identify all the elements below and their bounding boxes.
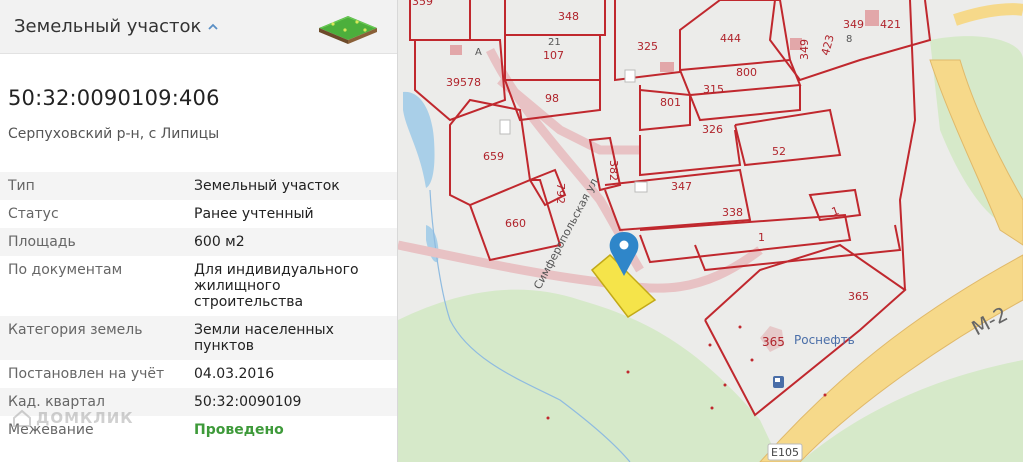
property-table: Тип Земельный участок Статус Ранее учтен… [0,172,397,444]
svg-text:792: 792 [554,183,567,204]
svg-text:98: 98 [545,92,559,105]
chevron-up-icon[interactable] [207,21,219,33]
row-value: Проведено [194,422,284,438]
svg-text:107: 107 [543,49,564,62]
address: Серпуховский р-н, с Липицы [8,126,220,142]
svg-text:21: 21 [548,37,561,48]
info-panel: Земельный участок 50:32:0090109:406 Серп… [0,0,398,462]
svg-text:382: 382 [607,160,620,181]
svg-text:39578: 39578 [446,76,481,89]
row-type: Тип Земельный участок [0,172,397,200]
svg-text:348: 348 [558,10,579,23]
svg-text:660: 660 [505,217,526,230]
svg-text:A: A [475,47,482,58]
svg-text:365: 365 [762,335,785,349]
svg-text:359: 359 [412,0,433,8]
svg-text:8: 8 [846,34,852,45]
svg-text:421: 421 [880,18,901,31]
row-value: 600 м2 [194,234,245,250]
svg-text:338: 338 [722,206,743,219]
cadastral-number: 50:32:0090109:406 [8,86,220,110]
svg-text:315: 315 [703,83,724,96]
e105-badge: E105 [767,443,803,461]
row-key: Площадь [8,234,76,250]
svg-text:444: 444 [720,32,741,45]
svg-text:349: 349 [798,39,811,60]
row-value: 04.03.2016 [194,366,275,382]
svg-text:801: 801 [660,96,681,109]
land-plot-icon [319,16,377,44]
svg-text:325: 325 [637,40,658,53]
svg-text:52: 52 [772,145,786,158]
row-area: Площадь 600 м2 [0,228,397,256]
svg-text:659: 659 [483,150,504,163]
row-value: Ранее учтенный [194,206,314,222]
domclick-watermark: ДОМКЛИК [12,408,134,428]
svg-text:326: 326 [702,123,723,136]
panel-header[interactable]: Земельный участок [0,0,397,54]
svg-text:365: 365 [848,290,869,303]
row-key: По документам [8,262,123,278]
row-key: Категория земель [8,322,143,338]
svg-text:1: 1 [758,231,765,244]
svg-text:349: 349 [843,18,864,31]
row-value: Земли населенных пунктов [194,322,334,354]
row-land-category: Категория земель Земли населенных пункто… [0,316,397,360]
row-value: 50:32:0090109 [194,394,302,410]
panel-title: Земельный участок [14,16,202,37]
row-registered: Постановлен на учёт 04.03.2016 [0,360,397,388]
row-by-documents: По документам Для индивидуального жилищн… [0,256,397,316]
row-key: Тип [8,178,35,194]
row-status: Статус Ранее учтенный [0,200,397,228]
svg-text:E105: E105 [771,446,799,459]
svg-text:347: 347 [671,180,692,193]
domclick-logo-icon [13,409,31,427]
watermark-text: ДОМКЛИК [36,409,134,427]
row-value: Для индивидуального жилищного строительс… [194,262,359,310]
gas-station-icon [773,376,784,388]
row-key: Постановлен на учёт [8,366,165,382]
row-value: Земельный участок [194,178,340,194]
row-key: Статус [8,206,59,222]
svg-text:Роснефть: Роснефть [794,333,855,347]
svg-text:800: 800 [736,66,757,79]
